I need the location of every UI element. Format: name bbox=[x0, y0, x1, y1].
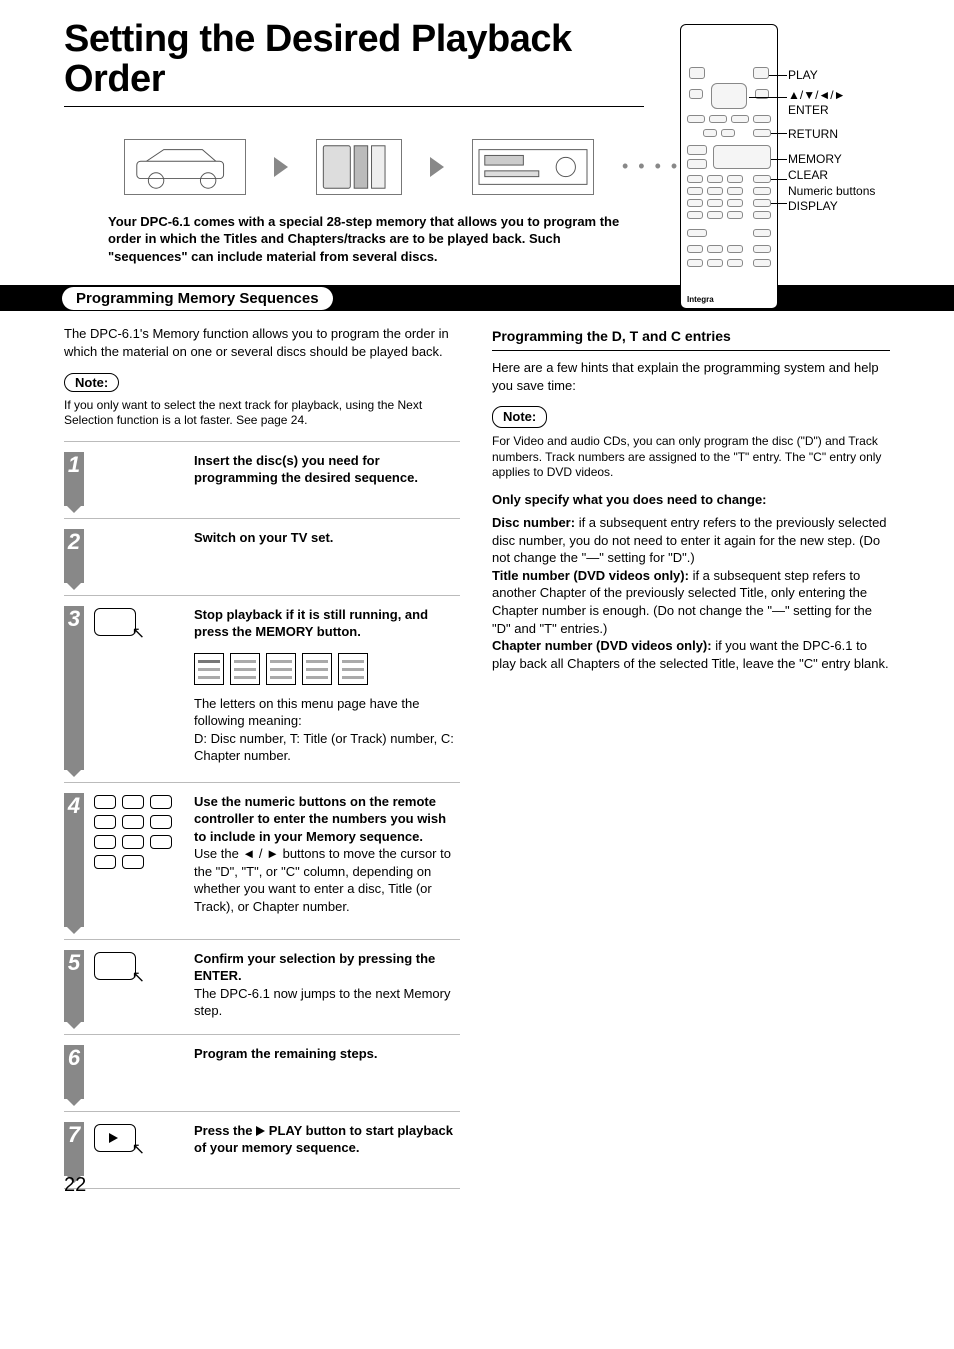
step-text-pre: Press the bbox=[194, 1123, 256, 1138]
enter-button-icon: ↖ bbox=[94, 952, 136, 980]
remote-label-nav: ▲/▼/◄/► bbox=[788, 88, 898, 104]
step-text: Program the remaining steps. bbox=[194, 1046, 378, 1061]
title-number-para: Title number (DVD videos only): if a sub… bbox=[492, 567, 890, 637]
step-number: 6 bbox=[64, 1045, 84, 1099]
step-2: 2 Switch on your TV set. bbox=[64, 518, 460, 595]
intro-paragraph: Your DPC-6.1 comes with a special 28-ste… bbox=[108, 213, 638, 266]
right-subheading: Programming the D, T and C entries bbox=[492, 327, 890, 346]
steps-list: 1 Insert the disc(s) you need for progra… bbox=[64, 441, 460, 1189]
memory-button-icon: ↖ bbox=[94, 608, 136, 636]
chapter-label: Chapter number (DVD videos only): bbox=[492, 638, 712, 653]
right-para1: Here are a few hints that explain the pr… bbox=[492, 359, 890, 394]
step-number: 2 bbox=[64, 529, 84, 583]
only-heading: Only specify what you does need to chang… bbox=[492, 491, 890, 509]
step-4: 4 Use the numeric buttons on the remote … bbox=[64, 782, 460, 939]
step-6: 6 Program the remaining steps. bbox=[64, 1034, 460, 1111]
page-title: Setting the Desired Playback Order bbox=[64, 20, 644, 100]
section-title: Programming Memory Sequences bbox=[62, 287, 333, 310]
step-7: 7 ↖ Press the PLAY button to start playb… bbox=[64, 1111, 460, 1189]
remote-body: Integra bbox=[680, 24, 778, 309]
page-number: 22 bbox=[64, 1174, 86, 1197]
step-text-body: The letters on this menu page have the f… bbox=[194, 695, 460, 765]
note-text: If you only want to select the next trac… bbox=[64, 398, 460, 429]
remote-label-display: DISPLAY bbox=[788, 199, 898, 215]
step-text-bold: Stop playback if it is still running, an… bbox=[194, 606, 460, 641]
step-number: 4 bbox=[64, 793, 84, 927]
step-text: Switch on your TV set. bbox=[194, 530, 333, 545]
play-button-icon: ↖ bbox=[94, 1124, 136, 1152]
disc-number-para: Disc number: if a subsequent entry refer… bbox=[492, 514, 890, 567]
arrow-icon bbox=[430, 157, 444, 177]
remote-label-play: PLAY bbox=[788, 68, 898, 84]
remote-label-enter: ENTER bbox=[788, 103, 898, 119]
numeric-buttons-icon bbox=[94, 795, 186, 869]
step-number: 3 bbox=[64, 606, 84, 770]
remote-label-memory: MEMORY bbox=[788, 152, 898, 168]
remote-label-return: RETURN bbox=[788, 127, 898, 143]
note-label: Note: bbox=[64, 373, 119, 392]
step-number: 1 bbox=[64, 452, 84, 506]
step-text-bold: Use the numeric buttons on the remote co… bbox=[194, 793, 460, 846]
step-number: 7 bbox=[64, 1122, 84, 1176]
step-1: 1 Insert the disc(s) you need for progra… bbox=[64, 441, 460, 518]
remote-label-numeric: Numeric buttons bbox=[788, 184, 898, 200]
play-icon bbox=[256, 1126, 265, 1136]
arrow-icon bbox=[274, 157, 288, 177]
right-note-text: For Video and audio CDs, you can only pr… bbox=[492, 434, 890, 481]
chapter-number-para: Chapter number (DVD videos only): if you… bbox=[492, 637, 890, 672]
step-5: 5 ↖ Confirm your selection by pressing t… bbox=[64, 939, 460, 1034]
car-illustration bbox=[124, 139, 246, 195]
remote-labels: PLAY ▲/▼/◄/► ENTER RETURN MEMORY CLEAR N… bbox=[788, 24, 898, 215]
step-text-bold: Confirm your selection by pressing the E… bbox=[194, 950, 460, 985]
disc-label: Disc number: bbox=[492, 515, 575, 530]
step-number: 5 bbox=[64, 950, 84, 1022]
unit-illustration bbox=[472, 139, 594, 195]
title-rule bbox=[64, 106, 644, 107]
remote-brand: Integra bbox=[687, 295, 714, 304]
remote-label-clear: CLEAR bbox=[788, 168, 898, 184]
step-text-body: The DPC-6.1 now jumps to the next Memory… bbox=[194, 985, 460, 1020]
left-paragraph: The DPC-6.1's Memory function allows you… bbox=[64, 325, 460, 360]
memory-slots-icon bbox=[194, 653, 460, 685]
thin-rule bbox=[492, 350, 890, 351]
step-text-body: Use the ◄ / ► buttons to move the cursor… bbox=[194, 845, 460, 915]
discs-illustration bbox=[316, 139, 402, 195]
step-text: Insert the disc(s) you need for programm… bbox=[194, 453, 418, 486]
note-label: Note: bbox=[492, 406, 547, 428]
remote-figure: Integra PLAY ▲/▼/◄/► ENTER RETURN MEMORY… bbox=[680, 24, 890, 309]
step-3: 3 ↖ Stop playback if it is still running… bbox=[64, 595, 460, 782]
title-label: Title number (DVD videos only): bbox=[492, 568, 689, 583]
